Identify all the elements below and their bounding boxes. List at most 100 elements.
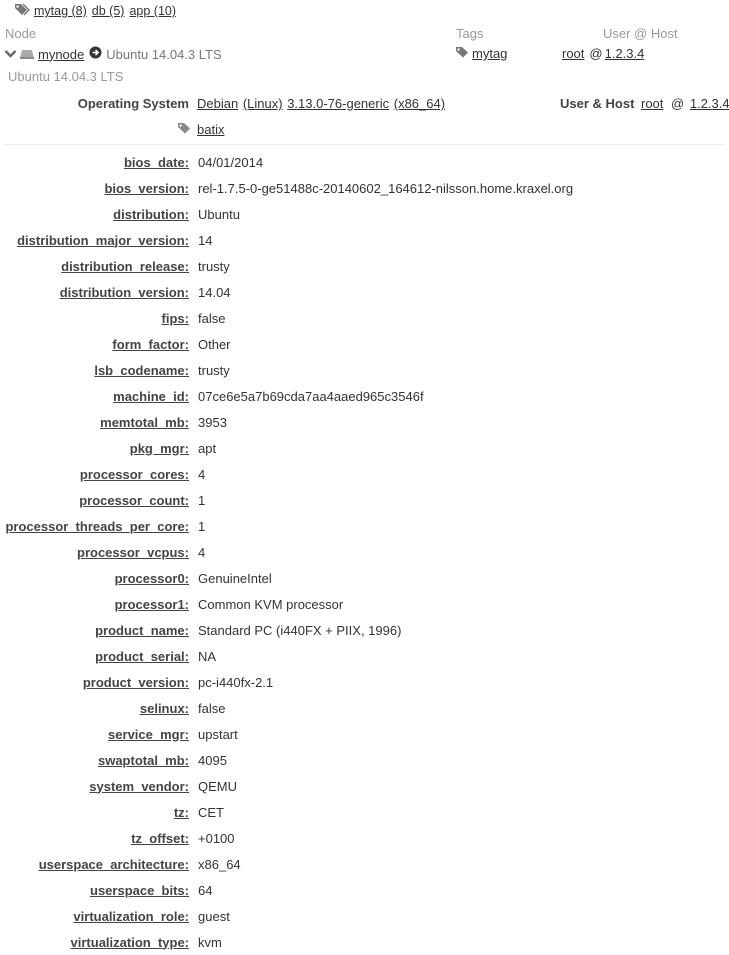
fact-key[interactable]: processor1:: [0, 597, 189, 612]
fact-key[interactable]: fips:: [0, 311, 189, 326]
details-user-link[interactable]: root: [641, 96, 663, 111]
fact-key[interactable]: processor_count:: [0, 493, 189, 508]
fact-key[interactable]: bios_date:: [0, 155, 189, 170]
fact-row: machine_id: 07ce6e5a7b69cda7aa4aaed965c3…: [0, 383, 729, 409]
fact-value: 4095: [198, 752, 227, 768]
fact-value: CET: [198, 804, 224, 820]
divider: [4, 144, 725, 145]
fact-value: apt: [198, 440, 217, 456]
fact-row: processor1: Common KVM processor: [0, 591, 729, 617]
fact-key[interactable]: userspace_bits:: [0, 883, 189, 898]
fact-key[interactable]: virtualization_role:: [0, 909, 189, 924]
tag-filter-app[interactable]: app (10): [129, 4, 176, 18]
fact-value: pc-i440fx-2.1: [198, 674, 274, 690]
fact-key[interactable]: machine_id:: [0, 389, 189, 404]
fact-value: false: [198, 700, 226, 716]
fact-key[interactable]: product_name:: [0, 623, 189, 638]
fact-value: 4: [198, 466, 206, 482]
fact-row: distribution: Ubuntu: [0, 201, 729, 227]
os-label: Operating System: [77, 96, 189, 111]
fact-key[interactable]: product_serial:: [0, 649, 189, 664]
node-description: Ubuntu 14.04.3 LTS: [8, 69, 124, 84]
fact-row: bios_version: rel-1.7.5-0-ge51488c-20140…: [0, 175, 729, 201]
fact-key[interactable]: system_vendor:: [0, 779, 189, 794]
fact-key[interactable]: distribution_release:: [0, 259, 189, 274]
fact-key[interactable]: distribution:: [0, 207, 189, 222]
fact-value: x86_64: [198, 856, 241, 872]
os-value: Debian (Linux) 3.13.0-76-generic (x86_64…: [197, 96, 446, 111]
arrow-circle-right-icon[interactable]: [89, 46, 102, 62]
fact-row: userspace_bits: 64: [0, 877, 729, 903]
os-version-link[interactable]: 3.13.0-76-generic: [287, 96, 389, 111]
fact-key[interactable]: tz_offset:: [0, 831, 189, 846]
server-icon: [19, 47, 35, 62]
tag-filter-db[interactable]: db (5): [92, 4, 125, 18]
node-tag-link[interactable]: mytag: [472, 46, 507, 61]
tag-filter-mytag[interactable]: mytag (8): [34, 4, 87, 18]
fact-row: processor_count: 1: [0, 487, 729, 513]
column-header-tags: Tags: [456, 26, 484, 41]
fact-value: NA: [198, 648, 217, 664]
fact-row: fips: false: [0, 305, 729, 331]
fact-row: processor_cores: 4: [0, 461, 729, 487]
fact-value: false: [198, 310, 226, 326]
fact-key[interactable]: userspace_architecture:: [0, 857, 189, 872]
fact-key[interactable]: distribution_version:: [0, 285, 189, 300]
fact-value: 07ce6e5a7b69cda7aa4aaed965c3546f: [198, 388, 424, 404]
fact-key[interactable]: bios_version:: [0, 181, 189, 196]
chevron-down-icon[interactable]: [4, 47, 17, 62]
fact-row: processor_vcpus: 4: [0, 539, 729, 565]
os-family-link[interactable]: (Linux): [243, 96, 283, 111]
fact-row: virtualization_role: guest: [0, 903, 729, 929]
fact-row: product_version: pc-i440fx-2.1: [0, 669, 729, 695]
fact-key[interactable]: processor_cores:: [0, 467, 189, 482]
fact-key[interactable]: processor_threads_per_core:: [0, 519, 189, 534]
fact-key[interactable]: processor_vcpus:: [0, 545, 189, 560]
fact-key[interactable]: product_version:: [0, 675, 189, 690]
details-host-link[interactable]: 1.2.3.4: [690, 96, 729, 111]
node-link[interactable]: mynode: [19, 47, 84, 62]
fact-key[interactable]: distribution_major_version:: [0, 233, 189, 248]
fact-key[interactable]: lsb_codename:: [0, 363, 189, 378]
fact-key[interactable]: swaptotal_mb:: [0, 753, 189, 768]
user-host-label: User & Host: [560, 96, 635, 111]
tags-icon: [14, 3, 31, 19]
fact-key[interactable]: virtualization_type:: [0, 935, 189, 950]
fact-row: service_mgr: upstart: [0, 721, 729, 747]
fact-value: 1: [198, 492, 206, 508]
fact-value: GenuineIntel: [198, 570, 272, 586]
fact-row: product_serial: NA: [0, 643, 729, 669]
details-tag-link[interactable]: batix: [197, 122, 224, 137]
fact-value: 3953: [198, 414, 227, 430]
fact-row: selinux: false: [0, 695, 729, 721]
fact-key[interactable]: service_mgr:: [0, 727, 189, 742]
fact-key[interactable]: pkg_mgr:: [0, 441, 189, 456]
fact-row: product_name: Standard PC (i440FX + PIIX…: [0, 617, 729, 643]
fact-key[interactable]: processor0:: [0, 571, 189, 586]
fact-row: processor_threads_per_core: 1: [0, 513, 729, 539]
node-tags: mytag: [455, 46, 507, 61]
fact-row: distribution_version: 14.04: [0, 279, 729, 305]
fact-value: 14.04: [198, 284, 231, 300]
fact-key[interactable]: memtotal_mb:: [0, 415, 189, 430]
node-host-link[interactable]: 1.2.3.4: [605, 46, 645, 61]
fact-row: processor0: GenuineIntel: [0, 565, 729, 591]
fact-key[interactable]: form_factor:: [0, 337, 189, 352]
fact-key[interactable]: tz:: [0, 805, 189, 820]
fact-value: Other: [198, 336, 231, 352]
fact-row: tz: CET: [0, 799, 729, 825]
node-os: Ubuntu 14.04.3 LTS: [106, 46, 222, 62]
fact-row: virtualization_type: kvm: [0, 929, 729, 955]
tag-icon: [455, 46, 470, 61]
fact-value: 14: [198, 232, 213, 248]
fact-value: 64: [198, 882, 213, 898]
facts-list: bios_date: 04/01/2014 bios_version: rel-…: [0, 149, 729, 955]
fact-row: distribution_release: trusty: [0, 253, 729, 279]
fact-value: 4: [198, 544, 206, 560]
node-user-link[interactable]: root: [562, 46, 584, 61]
fact-value: 1: [198, 518, 206, 534]
os-arch-link[interactable]: (x86_64): [394, 96, 445, 111]
fact-key[interactable]: selinux:: [0, 701, 189, 716]
fact-value: 04/01/2014: [198, 154, 264, 170]
os-name-link[interactable]: Debian: [197, 96, 238, 111]
